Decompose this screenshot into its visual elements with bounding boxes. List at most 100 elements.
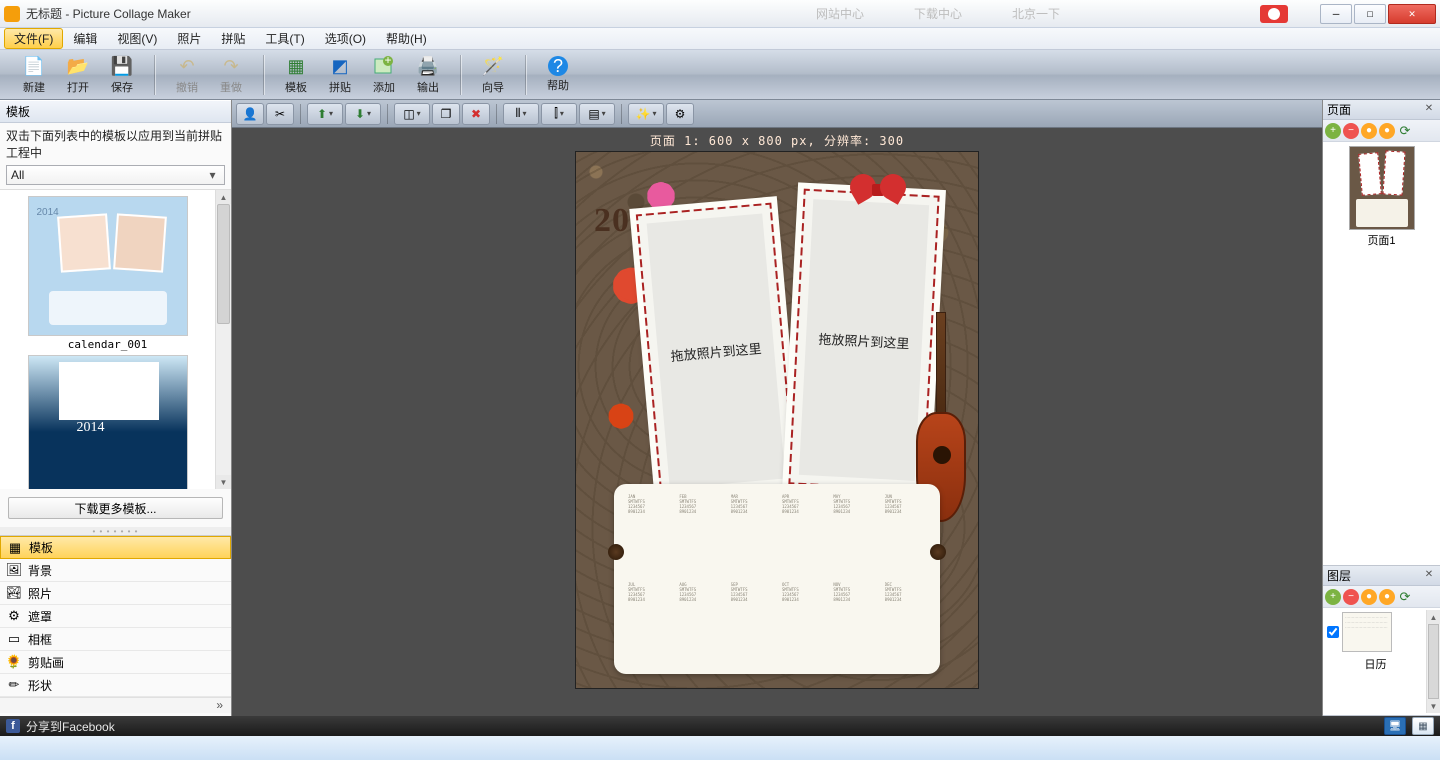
layer-item[interactable]: ········································… (1325, 610, 1426, 654)
template-scrollbar[interactable]: ▲ ▼ (215, 190, 231, 489)
category-list: ▦模板 🖼背景 🏞照片 ⚙遮罩 ▭相框 🌻剪贴画 ✏形状 (0, 535, 231, 697)
gear-icon: ⚙ (6, 608, 22, 624)
menu-collage[interactable]: 拼贴 (211, 28, 255, 49)
template-panel-title: 模板 (0, 100, 231, 123)
photo-drop-1[interactable]: 拖放照片到这里 (634, 200, 799, 501)
menu-edit[interactable]: 编辑 (63, 28, 107, 49)
splitter[interactable]: • • • • • • • (0, 527, 231, 535)
page-down-button[interactable]: ● (1379, 123, 1395, 139)
calendar-element[interactable]: JANSMTWTFS12345678901234 FEBSMTWTFS12345… (614, 484, 940, 674)
align-h-tool[interactable]: ⫴ (503, 103, 539, 125)
maximize-button[interactable]: ☐ (1354, 4, 1386, 24)
layer-up-button[interactable]: ● (1361, 589, 1377, 605)
export-button[interactable]: 🖨️输出 (406, 53, 450, 97)
layer-visibility-checkbox[interactable] (1327, 626, 1339, 638)
collage-icon: ◩ (328, 54, 352, 78)
tray-monitor-icon[interactable]: 🖥 (1384, 717, 1406, 735)
refresh-pages-button[interactable]: ⟳ (1397, 123, 1413, 139)
background-hints: 网站中心下载中心北京一下 (816, 5, 1060, 22)
category-mask[interactable]: ⚙遮罩 (0, 605, 231, 628)
open-button[interactable]: 📂打开 (56, 53, 100, 97)
flower-decoration[interactable] (599, 395, 644, 440)
scroll-up-icon[interactable]: ▲ (216, 190, 231, 204)
layer-up-tool[interactable]: ⬆ (307, 103, 343, 125)
scroll-up-icon[interactable]: ▲ (1427, 610, 1440, 624)
layers-toolbar: + − ● ● ⟳ (1323, 586, 1440, 608)
distribute-tool[interactable]: ▤ (579, 103, 615, 125)
layer-delete-button[interactable]: − (1343, 589, 1359, 605)
settings-tool[interactable]: ⚙ (666, 103, 694, 125)
app-window: 无标题 - Picture Collage Maker 网站中心下载中心北京一下… (0, 0, 1440, 760)
flower-icon: 🌻 (6, 654, 22, 670)
floppy-icon: 💾 (110, 54, 134, 78)
grid-icon: ▦ (7, 540, 23, 556)
arrange-tool[interactable]: ◫ (394, 103, 430, 125)
scroll-thumb[interactable] (217, 204, 230, 324)
template-item[interactable]: 2014 (13, 355, 203, 489)
tray-grid-icon[interactable]: ▦ (1412, 717, 1434, 735)
layer-thumbnail: ········································… (1342, 612, 1392, 652)
layers-list: ········································… (1323, 608, 1440, 715)
layer-down-button[interactable]: ● (1379, 589, 1395, 605)
menu-options[interactable]: 选项(O) (315, 28, 376, 49)
undo-button[interactable]: ↶撤销 (165, 53, 209, 97)
layer-refresh-button[interactable]: ⟳ (1397, 589, 1413, 605)
frame-icon: ▭ (6, 631, 22, 647)
scroll-thumb[interactable] (1428, 624, 1439, 699)
chevron-down-icon: ▾ (205, 168, 220, 182)
share-label[interactable]: 分享到Facebook (26, 718, 115, 735)
close-button[interactable]: ✕ (1388, 4, 1436, 24)
menu-photo[interactable]: 照片 (167, 28, 211, 49)
download-more-button[interactable]: 下载更多模板... (8, 497, 223, 519)
canvas-page[interactable]: 2014 拖放照片到这里 拖放照片到这里 JANSMTWTFS123456789… (575, 151, 979, 689)
category-clipart[interactable]: 🌻剪贴画 (0, 651, 231, 674)
category-photo[interactable]: 🏞照片 (0, 582, 231, 605)
category-background[interactable]: 🖼背景 (0, 559, 231, 582)
redo-button[interactable]: ↷重做 (209, 53, 253, 97)
expand-toggle[interactable]: » (0, 697, 231, 713)
scroll-down-icon[interactable]: ▼ (216, 475, 231, 489)
category-template[interactable]: ▦模板 (0, 536, 231, 559)
save-button[interactable]: 💾保存 (100, 53, 144, 97)
menu-tools[interactable]: 工具(T) (255, 28, 314, 49)
add-page-button[interactable]: + (1325, 123, 1341, 139)
collage-button[interactable]: ◩拼贴 (318, 53, 362, 97)
delete-page-button[interactable]: − (1343, 123, 1359, 139)
minimize-button[interactable]: — (1320, 4, 1352, 24)
close-panel-icon[interactable]: ✕ (1422, 103, 1436, 117)
template-caption: calendar_001 (13, 338, 203, 351)
menu-help[interactable]: 帮助(H) (376, 28, 437, 49)
page-thumbnail[interactable] (1349, 146, 1415, 230)
page-up-button[interactable]: ● (1361, 123, 1377, 139)
title-bar: 无标题 - Picture Collage Maker 网站中心下载中心北京一下… (0, 0, 1440, 28)
wizard-button[interactable]: 🪄向导 (471, 53, 515, 97)
crop-tool[interactable]: ✂ (266, 103, 294, 125)
scroll-down-icon[interactable]: ▼ (1427, 699, 1440, 713)
duplicate-tool[interactable]: ❐ (432, 103, 460, 125)
camera-icon (1260, 5, 1288, 23)
close-panel-icon[interactable]: ✕ (1422, 569, 1436, 583)
template-filter-combo[interactable]: All ▾ (6, 165, 225, 185)
printer-icon: 🖨️ (416, 54, 440, 78)
add-photo-icon: + (372, 54, 396, 78)
facebook-icon[interactable]: f (6, 719, 20, 733)
new-button[interactable]: 📄新建 (12, 53, 56, 97)
portrait-tool[interactable]: 👤 (236, 103, 264, 125)
template-item[interactable]: 2014 calendar_001 (13, 196, 203, 351)
layer-scrollbar[interactable]: ▲ ▼ (1426, 610, 1440, 713)
layer-down-tool[interactable]: ⬇ (345, 103, 381, 125)
align-v-tool[interactable]: ⫿ (541, 103, 577, 125)
menu-file[interactable]: 文件(F) (4, 28, 63, 49)
photo-icon: 🏞 (6, 585, 22, 601)
menu-view[interactable]: 视图(V) (107, 28, 167, 49)
delete-tool[interactable]: ✖ (462, 103, 490, 125)
template-list: 2014 calendar_001 2014 (0, 189, 231, 489)
bow-decoration[interactable] (848, 174, 908, 214)
layer-add-button[interactable]: + (1325, 589, 1341, 605)
category-shape[interactable]: ✏形状 (0, 674, 231, 697)
effects-tool[interactable]: ✨ (628, 103, 664, 125)
add-button[interactable]: + 添加 (362, 53, 406, 97)
help-button[interactable]: ?帮助 (536, 53, 580, 97)
category-frame[interactable]: ▭相框 (0, 628, 231, 651)
template-button[interactable]: ▦模板 (274, 53, 318, 97)
